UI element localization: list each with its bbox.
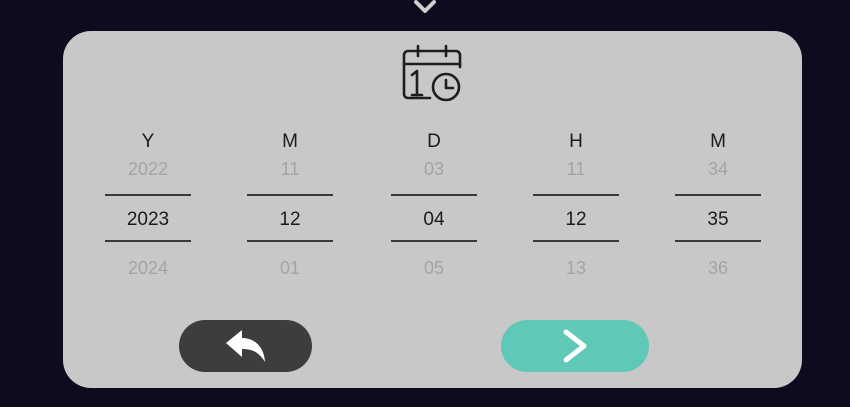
hour-column[interactable]: H 11 12 13 xyxy=(532,129,620,280)
selection-line-bottom xyxy=(533,240,619,242)
selection-line-top xyxy=(105,194,191,196)
back-button[interactable] xyxy=(179,320,312,372)
year-column[interactable]: Y 2022 2023 2024 xyxy=(104,129,192,280)
selection-line-top xyxy=(391,194,477,196)
month-column[interactable]: M 11 12 01 xyxy=(246,129,334,280)
selection-line-top xyxy=(675,194,761,196)
column-header: M xyxy=(282,131,298,152)
chevron-down-icon xyxy=(414,0,436,13)
selection-line-top xyxy=(247,194,333,196)
previous-value[interactable]: 11 xyxy=(246,157,334,181)
selected-value[interactable]: 35 xyxy=(674,208,762,232)
next-button[interactable] xyxy=(501,320,649,372)
next-value[interactable]: 13 xyxy=(532,256,620,280)
next-value[interactable]: 01 xyxy=(246,256,334,280)
selected-value[interactable]: 12 xyxy=(246,208,334,232)
day-column[interactable]: D 03 04 05 xyxy=(390,129,478,280)
column-header: Y xyxy=(141,131,155,152)
previous-value[interactable]: 2022 xyxy=(104,157,192,181)
previous-value[interactable]: 34 xyxy=(674,157,762,181)
selection-line-top xyxy=(533,194,619,196)
selection-line-bottom xyxy=(247,240,333,242)
undo-arrow-icon xyxy=(225,330,265,362)
selected-value[interactable]: 12 xyxy=(532,208,620,232)
selection-line-bottom xyxy=(105,240,191,242)
previous-value[interactable]: 11 xyxy=(532,157,620,181)
next-value[interactable]: 36 xyxy=(674,256,762,280)
minute-column[interactable]: M 34 35 36 xyxy=(674,129,762,280)
next-value[interactable]: 2024 xyxy=(104,256,192,280)
column-header: H xyxy=(569,131,583,152)
column-header: D xyxy=(427,131,441,152)
column-header: M xyxy=(710,131,726,152)
selected-value[interactable]: 2023 xyxy=(104,208,192,232)
datetime-picker-dialog: Y 2022 2023 2024 M 11 12 01 D 03 04 05 H… xyxy=(63,31,802,388)
calendar-clock-icon xyxy=(402,44,462,102)
previous-value[interactable]: 03 xyxy=(390,157,478,181)
selection-line-bottom xyxy=(391,240,477,242)
chevron-right-icon xyxy=(563,329,587,363)
selection-line-bottom xyxy=(675,240,761,242)
selected-value[interactable]: 04 xyxy=(390,208,478,232)
next-value[interactable]: 05 xyxy=(390,256,478,280)
